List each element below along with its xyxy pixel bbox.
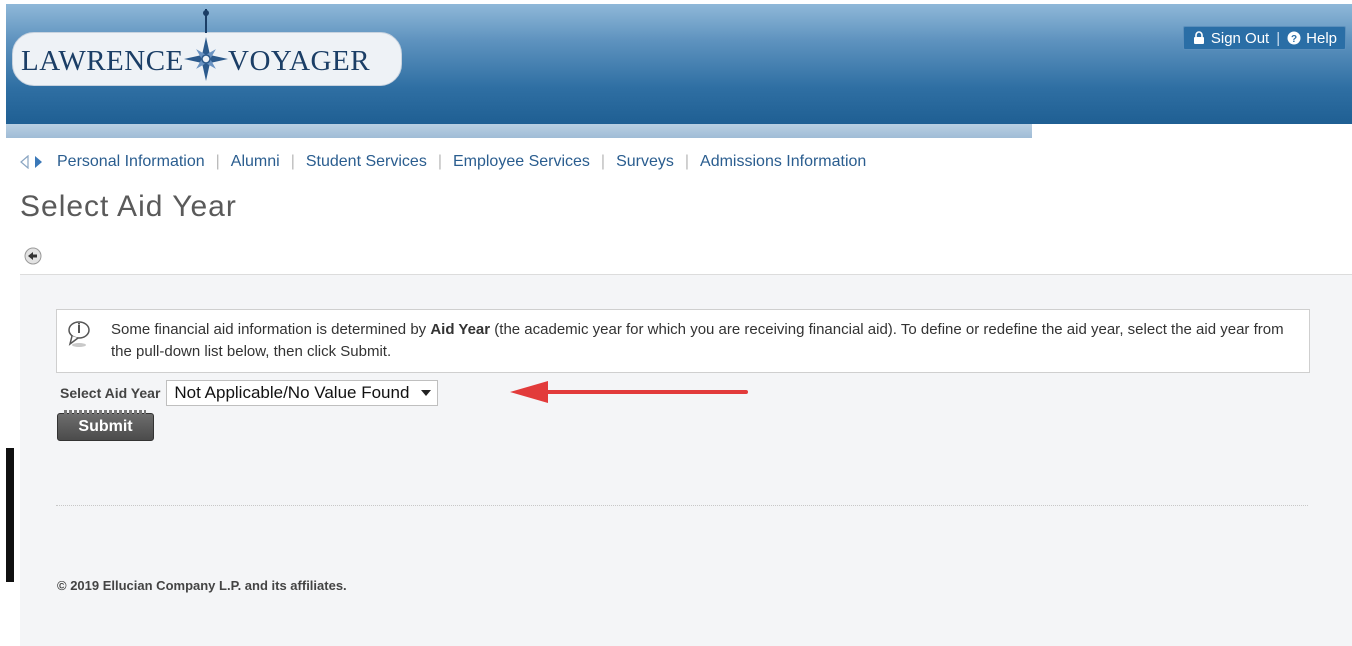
logo-text-left: LAWRENCE: [21, 45, 184, 77]
aid-year-selected-value: Not Applicable/No Value Found: [174, 383, 410, 402]
submit-button[interactable]: Submit: [57, 410, 154, 441]
aid-year-select[interactable]: Not Applicable/No Value Found: [166, 380, 439, 406]
help-label: Help: [1306, 29, 1337, 47]
lock-icon: [1193, 31, 1204, 44]
nav-scroll-arrows: [20, 155, 43, 169]
info-message: Some financial aid information is determ…: [111, 319, 1301, 363]
nav-personal-information[interactable]: Personal Information: [57, 153, 205, 171]
chevron-down-icon: [421, 390, 432, 396]
header-banner: LAWRENCE VOYAGER Sign Out | ? Help: [6, 4, 1352, 124]
nav-employee-services[interactable]: Employee Services: [453, 153, 590, 171]
sign-out-label: Sign Out: [1210, 29, 1270, 47]
info-icon: [68, 321, 90, 347]
nav-right-arrow-icon[interactable]: [34, 155, 43, 169]
page-title: Select Aid Year: [20, 190, 237, 223]
top-links-separator: |: [1276, 29, 1281, 47]
copyright-footer: © 2019 Ellucian Company L.P. and its aff…: [57, 578, 347, 593]
nav-separator: |: [684, 153, 690, 170]
nav-student-services[interactable]: Student Services: [306, 153, 427, 171]
svg-text:?: ?: [1291, 34, 1297, 45]
nav-left-arrow-icon[interactable]: [20, 155, 29, 169]
left-edge-bar: [6, 448, 14, 582]
content-panel: Some financial aid information is determ…: [20, 274, 1352, 646]
logo-text-right: VOYAGER: [228, 45, 371, 77]
sign-out-link[interactable]: Sign Out: [1192, 30, 1269, 47]
back-arrow-icon[interactable]: [24, 247, 42, 265]
lawrence-voyager-logo[interactable]: LAWRENCE VOYAGER: [12, 9, 402, 86]
nav-separator: |: [290, 153, 295, 170]
aid-year-row: Select Aid Year Not Applicable/No Value …: [60, 379, 439, 407]
compass-star-icon: [184, 9, 228, 81]
footer-divider: [56, 505, 1308, 506]
info-text-part1: Some financial aid information is determ…: [111, 321, 431, 338]
nav-admissions-information[interactable]: Admissions Information: [700, 153, 866, 171]
nav-alumni[interactable]: Alumni: [231, 153, 280, 171]
nav-separator: |: [215, 153, 220, 170]
nav-surveys[interactable]: Surveys: [616, 153, 674, 171]
annotation-arrow-icon: [510, 381, 748, 403]
aid-year-label: Select Aid Year: [60, 385, 161, 401]
nav-separator: |: [437, 153, 442, 170]
top-links: Sign Out | ? Help: [1182, 26, 1346, 50]
nav-separator: |: [600, 153, 606, 170]
help-link[interactable]: ? Help: [1287, 30, 1337, 47]
help-icon: ?: [1287, 31, 1301, 45]
info-text-bold: Aid Year: [430, 321, 491, 338]
main-nav: Personal Information | Alumni | Student …: [20, 151, 866, 173]
info-message-box: Some financial aid information is determ…: [56, 309, 1310, 373]
header-subbar: [6, 124, 1032, 138]
